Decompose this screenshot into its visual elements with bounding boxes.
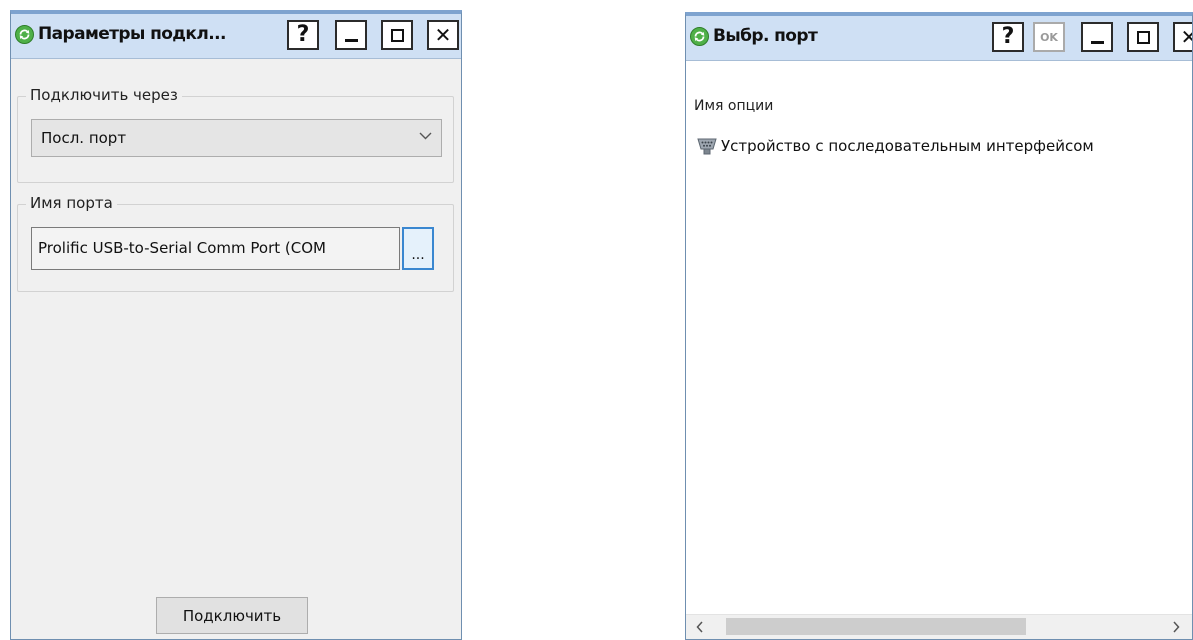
close-button[interactable]: ✕ (427, 20, 459, 50)
minimize-icon (1091, 41, 1104, 44)
right-window-titlebar[interactable]: Выбр. порт ? OK ✕ (686, 16, 1192, 61)
serial-port-icon (697, 138, 717, 155)
port-name-group: Имя порта Prolific USB-to-Serial Comm Po… (17, 194, 454, 292)
select-port-window: Выбр. порт ? OK ✕ Имя опции Уст (685, 12, 1193, 640)
list-item-label: Устройство с последовательным интерфейсо… (721, 137, 1094, 155)
port-name-value: Prolific USB-to-Serial Comm Port (COM (38, 239, 326, 257)
port-name-field[interactable]: Prolific USB-to-Serial Comm Port (COM (31, 227, 400, 270)
ok-icon: OK (1040, 30, 1058, 44)
browse-port-button[interactable]: ... (402, 227, 434, 270)
close-icon: ✕ (1181, 27, 1192, 47)
right-window-title: Выбр. порт (713, 26, 818, 46)
app-refresh-icon (15, 25, 34, 44)
maximize-icon (1136, 30, 1150, 44)
horizontal-scrollbar[interactable] (686, 614, 1192, 639)
browse-port-label: ... (411, 247, 425, 263)
connect-via-group: Подключить через Посл. порт (17, 86, 454, 183)
ok-button[interactable]: OK (1033, 22, 1065, 52)
maximize-button[interactable] (381, 20, 413, 50)
port-name-label: Имя порта (26, 194, 117, 212)
close-button[interactable]: ✕ (1173, 22, 1192, 52)
scrollbar-thumb[interactable] (726, 618, 1026, 635)
left-window-title: Параметры подкл... (38, 24, 226, 44)
help-icon: ? (296, 22, 310, 47)
help-icon: ? (1001, 24, 1015, 49)
maximize-icon (390, 28, 404, 42)
connect-via-label: Подключить через (26, 86, 182, 104)
list-item[interactable]: Устройство с последовательным интерфейсо… (696, 134, 1094, 158)
connect-via-select[interactable]: Посл. порт (31, 119, 442, 157)
minimize-button[interactable] (335, 20, 367, 50)
connect-button-label: Подключить (182, 606, 282, 625)
chevron-down-icon (419, 132, 432, 140)
scroll-right-icon[interactable] (1172, 621, 1180, 633)
help-button[interactable]: ? (992, 22, 1024, 52)
maximize-button[interactable] (1127, 22, 1159, 52)
scroll-left-icon[interactable] (696, 621, 704, 633)
connect-button[interactable]: Подключить (156, 597, 308, 634)
left-window-titlebar[interactable]: Параметры подкл... ? ✕ (11, 14, 461, 59)
minimize-icon (345, 39, 358, 42)
connection-parameters-window: Параметры подкл... ? ✕ Подключить через … (10, 10, 462, 640)
minimize-button[interactable] (1081, 22, 1113, 52)
connect-via-value: Посл. порт (41, 129, 127, 147)
close-icon: ✕ (434, 23, 452, 47)
help-button[interactable]: ? (287, 20, 319, 50)
option-name-column-header: Имя опции (694, 98, 774, 114)
app-refresh-icon (690, 27, 709, 46)
